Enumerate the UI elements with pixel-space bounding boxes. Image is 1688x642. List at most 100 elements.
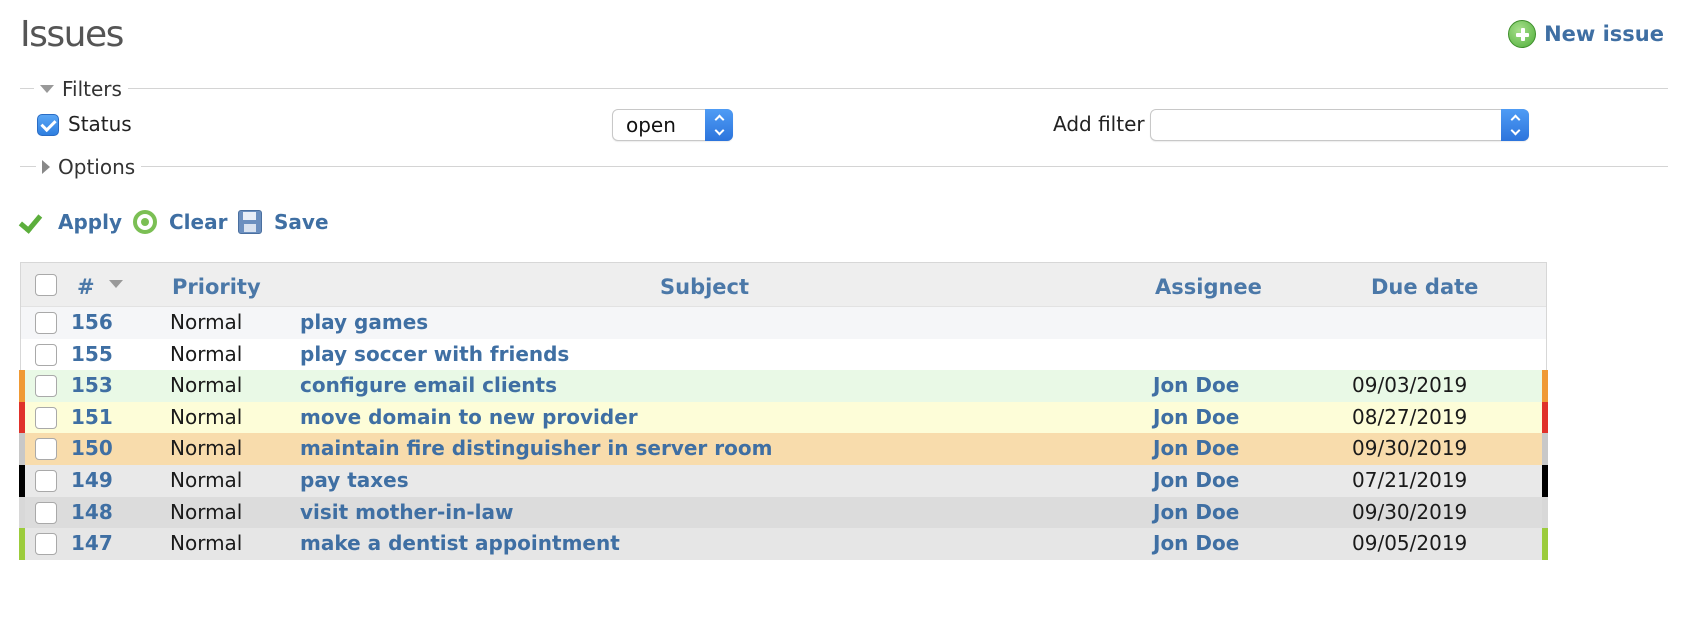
priority-cell: Normal: [170, 404, 243, 429]
status-operator-value: open: [626, 113, 676, 137]
expand-triangle-icon: [42, 160, 50, 174]
priority-cell: Normal: [170, 310, 243, 334]
clear-label: Clear: [169, 210, 228, 234]
add-filter-label: Add filter: [1053, 112, 1145, 136]
row-color-marker: [19, 464, 25, 497]
table-row[interactable]: 155 Normal play soccer with friends: [21, 338, 1546, 371]
priority-cell: Normal: [170, 341, 243, 366]
priority-cell: Normal: [170, 531, 243, 556]
select-chevrons-icon: [705, 109, 733, 141]
floppy-disk-icon: [238, 210, 262, 234]
save-query-button[interactable]: Save: [238, 210, 329, 234]
save-label: Save: [274, 210, 329, 234]
row-color-marker: [19, 496, 25, 529]
issue-id-link[interactable]: 150: [71, 436, 113, 460]
table-row[interactable]: 149 Normal pay taxes Jon Doe 07/21/2019: [19, 464, 1548, 497]
options-legend[interactable]: Options: [36, 155, 142, 179]
table-row[interactable]: 147 Normal make a dentist appointment Jon D…: [19, 528, 1548, 560]
subject-link[interactable]: pay taxes: [300, 468, 409, 492]
row-color-marker: [19, 401, 25, 434]
checkmark-icon: [18, 215, 40, 229]
subject-link[interactable]: play soccer with friends: [300, 342, 569, 366]
table-row[interactable]: 151 Normal move domain to new provider Jon …: [19, 401, 1548, 434]
table-row[interactable]: 156 Normal play games: [21, 307, 1546, 339]
issue-id-link[interactable]: 151: [71, 405, 113, 429]
issue-id-link[interactable]: 148: [71, 500, 113, 524]
column-header-due-date[interactable]: Due date: [1371, 275, 1478, 299]
assignee-link[interactable]: Jon Doe: [1153, 373, 1239, 397]
row-color-marker: [1542, 528, 1548, 560]
table-row[interactable]: 148 Normal visit mother-in-law Jon Doe 09/30…: [19, 496, 1548, 529]
row-color-marker: [1542, 370, 1548, 402]
due-date-cell: 09/30/2019: [1352, 436, 1468, 461]
status-operator-select[interactable]: open: [612, 109, 733, 141]
priority-cell: Normal: [170, 436, 243, 461]
apply-label: Apply: [58, 210, 123, 234]
issue-id-link[interactable]: 147: [71, 531, 113, 555]
select-all-checkbox[interactable]: [35, 274, 57, 296]
subject-link[interactable]: move domain to new provider: [300, 405, 638, 429]
due-date-cell: 09/30/2019: [1352, 499, 1468, 524]
add-icon: [1508, 20, 1537, 48]
row-color-marker: [1542, 496, 1548, 529]
clear-button[interactable]: Clear: [133, 210, 227, 234]
due-date-cell: 09/05/2019: [1352, 531, 1468, 556]
issues-table: # Priority Subject Assignee Due date 156…: [19, 262, 1548, 560]
row-checkbox[interactable]: [35, 501, 57, 524]
select-chevrons-icon: [1501, 109, 1529, 141]
assignee-link[interactable]: Jon Doe: [1153, 468, 1239, 492]
subject-link[interactable]: maintain fire distinguisher in server ro…: [300, 436, 772, 460]
status-filter-checkbox[interactable]: [37, 114, 59, 136]
subject-link[interactable]: make a dentist appointment: [300, 531, 620, 555]
row-color-marker: [19, 370, 25, 402]
row-checkbox[interactable]: [35, 375, 57, 398]
new-issue-label: New issue: [1544, 22, 1664, 46]
assignee-link[interactable]: Jon Doe: [1153, 500, 1239, 524]
assignee-link[interactable]: Jon Doe: [1153, 436, 1239, 460]
column-header-id[interactable]: #: [77, 275, 95, 299]
subject-link[interactable]: configure email clients: [300, 373, 557, 397]
table-body: 156 Normal play games 155 Normal play soccer …: [19, 307, 1548, 560]
row-checkbox[interactable]: [35, 469, 57, 492]
reload-icon: [133, 210, 157, 234]
due-date-cell: 08/27/2019: [1352, 404, 1468, 429]
row-checkbox[interactable]: [35, 533, 57, 556]
due-date-cell: 09/03/2019: [1352, 373, 1468, 398]
row-color-marker: [1542, 401, 1548, 434]
new-issue-link[interactable]: New issue: [1508, 20, 1664, 48]
options-fieldset-border: [20, 166, 1668, 167]
issue-id-link[interactable]: 155: [71, 342, 113, 366]
row-color-marker: [19, 433, 25, 465]
table-row[interactable]: 153 Normal configure email clients Jon Doe 0…: [19, 370, 1548, 402]
sort-descending-icon: [109, 280, 123, 288]
column-header-subject[interactable]: Subject: [660, 275, 749, 299]
priority-cell: Normal: [170, 499, 243, 524]
options-legend-label: Options: [58, 155, 136, 179]
assignee-link[interactable]: Jon Doe: [1153, 531, 1239, 555]
issue-id-link[interactable]: 149: [71, 468, 113, 492]
apply-button[interactable]: Apply: [18, 210, 122, 234]
assignee-link[interactable]: Jon Doe: [1153, 405, 1239, 429]
issue-id-link[interactable]: 153: [71, 373, 113, 397]
issue-id-link[interactable]: 156: [71, 310, 113, 334]
row-checkbox[interactable]: [35, 312, 57, 334]
table-row[interactable]: 150 Normal maintain fire distinguisher in …: [19, 433, 1548, 465]
collapse-triangle-icon: [40, 85, 54, 93]
subject-link[interactable]: visit mother-in-law: [300, 500, 514, 524]
row-checkbox[interactable]: [35, 438, 57, 461]
due-date-cell: 07/21/2019: [1352, 467, 1468, 492]
filters-legend-label: Filters: [62, 77, 122, 101]
status-filter-label: Status: [68, 112, 132, 136]
column-header-priority[interactable]: Priority: [172, 275, 261, 299]
row-color-marker: [1542, 464, 1548, 497]
row-checkbox[interactable]: [35, 343, 57, 366]
column-header-assignee[interactable]: Assignee: [1155, 275, 1262, 299]
page-title: Issues: [20, 14, 124, 55]
subject-link[interactable]: play games: [300, 310, 428, 334]
add-filter-select[interactable]: [1150, 109, 1529, 141]
priority-cell: Normal: [170, 467, 243, 492]
row-checkbox[interactable]: [35, 406, 57, 429]
filters-legend[interactable]: Filters: [34, 77, 128, 101]
filters-fieldset-border: [20, 88, 1668, 89]
table-header: # Priority Subject Assignee Due date: [21, 263, 1546, 307]
